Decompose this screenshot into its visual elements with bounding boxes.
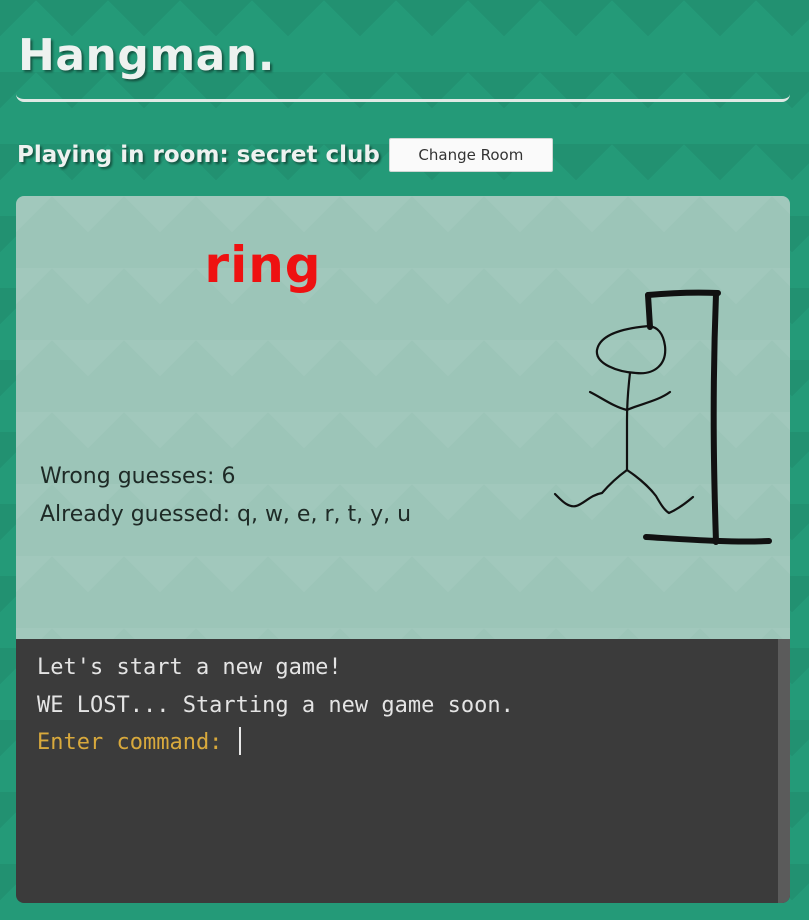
room-bar: Playing in room: secret club Change Room (17, 138, 553, 172)
hangman-head (595, 324, 667, 375)
room-label: Playing in room: secret club (17, 142, 380, 168)
hangman-drawing (553, 289, 772, 545)
page-title: Hangman. (18, 30, 275, 81)
header-divider (16, 94, 790, 102)
change-room-button[interactable]: Change Room (388, 138, 553, 172)
gallows-beam (645, 289, 721, 298)
command-input-line[interactable]: Enter command: (37, 724, 514, 762)
gallows-rope (645, 292, 653, 330)
gallows-base (643, 534, 772, 545)
hangman-left-leg (553, 468, 629, 508)
already-guessed: Already guessed: q, w, e, r, t, y, u (40, 502, 412, 527)
terminal-scrollbar[interactable] (778, 639, 790, 903)
terminal-output: Let's start a new game! WE LOST... Start… (37, 649, 514, 762)
terminal-line: WE LOST... Starting a new game soon. (37, 692, 514, 718)
terminal-line: Let's start a new game! (37, 655, 342, 680)
current-word: ring (204, 236, 322, 294)
guess-stats: Wrong guesses: 6 Already guessed: q, w, … (40, 458, 411, 534)
gallows-post (710, 291, 719, 545)
hangman-right-arm (625, 390, 672, 412)
hangman-left-arm (588, 390, 629, 412)
command-terminal[interactable]: Let's start a new game! WE LOST... Start… (16, 639, 790, 903)
text-cursor (238, 727, 241, 755)
page-header: Hangman. (16, 0, 790, 102)
command-prompt: Enter command: (37, 730, 236, 755)
hangman-right-leg (625, 468, 695, 515)
hangman-body (625, 371, 632, 472)
wrong-guesses: Wrong guesses: 6 (40, 464, 236, 489)
